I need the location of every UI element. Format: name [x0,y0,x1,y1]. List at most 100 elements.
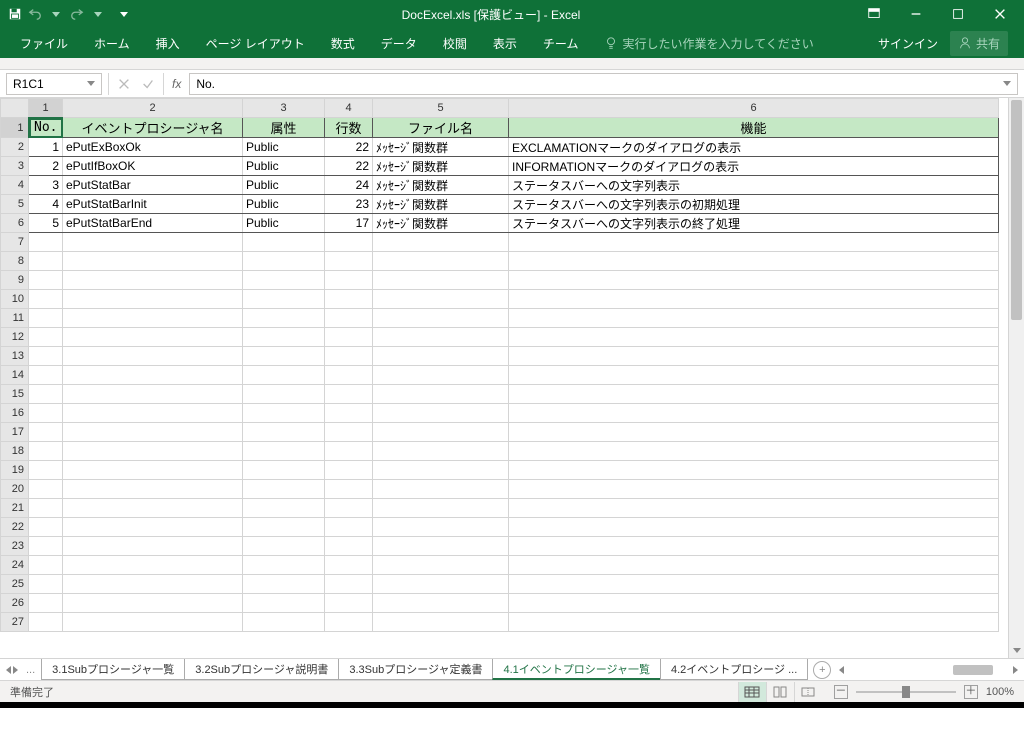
row-header[interactable]: 24 [1,556,29,575]
scroll-thumb[interactable] [1011,100,1022,320]
cell[interactable]: 4 [29,195,63,214]
cell[interactable] [243,537,325,556]
cell[interactable] [325,366,373,385]
zoom-thumb[interactable] [902,686,910,698]
formula-expand-icon[interactable] [1003,81,1011,86]
cell[interactable] [29,518,63,537]
cell[interactable] [63,537,243,556]
row-header[interactable]: 27 [1,613,29,632]
cell[interactable] [509,594,999,613]
col-header[interactable]: 5 [373,99,509,118]
cell[interactable] [243,480,325,499]
cell[interactable] [63,499,243,518]
view-page-break-button[interactable] [794,682,822,702]
minimize-button[interactable] [896,0,936,28]
cell[interactable]: 5 [29,214,63,233]
cell[interactable] [373,366,509,385]
row-header[interactable]: 18 [1,442,29,461]
row-header[interactable]: 22 [1,518,29,537]
new-sheet-button[interactable]: + [813,661,831,679]
cell[interactable] [243,404,325,423]
cell[interactable] [325,328,373,347]
cell[interactable] [509,499,999,518]
cell[interactable] [243,271,325,290]
cell[interactable]: ePutStatBarEnd [63,214,243,233]
cell[interactable]: ステータスバーへの文字列表示の終了処理 [509,214,999,233]
cell[interactable] [29,309,63,328]
cell[interactable] [373,442,509,461]
cell[interactable] [63,309,243,328]
zoom-slider[interactable] [856,691,956,693]
cell[interactable] [325,252,373,271]
scroll-down-icon[interactable] [1009,642,1024,658]
cell[interactable]: No. [29,118,63,138]
cell[interactable] [243,461,325,480]
hscroll-right-icon[interactable] [1013,666,1018,674]
cell[interactable] [509,309,999,328]
cell[interactable] [509,442,999,461]
row-header[interactable]: 6 [1,214,29,233]
cell[interactable] [373,518,509,537]
signin-link[interactable]: サインイン [878,35,938,52]
redo-dropdown-icon[interactable] [94,12,102,17]
row-header[interactable]: 19 [1,461,29,480]
row-header[interactable]: 1 [1,118,29,138]
cell[interactable]: ePutExBoxOk [63,138,243,157]
row-header[interactable]: 14 [1,366,29,385]
cell[interactable] [373,271,509,290]
share-button[interactable]: 共有 [950,31,1008,56]
cell[interactable] [63,252,243,271]
cell[interactable] [29,404,63,423]
save-icon[interactable] [8,7,22,21]
row-header[interactable]: 15 [1,385,29,404]
cell[interactable]: ﾒｯｾｰｼﾞ関数群 [373,176,509,195]
cell[interactable]: ステータスバーへの文字列表示の初期処理 [509,195,999,214]
row-header[interactable]: 7 [1,233,29,252]
cell[interactable]: EXCLAMATIONマークのダイアログの表示 [509,138,999,157]
qat-customize-icon[interactable] [120,12,128,17]
cell[interactable] [63,271,243,290]
cell[interactable]: 機能 [509,118,999,138]
row-header[interactable]: 9 [1,271,29,290]
cell[interactable]: ﾒｯｾｰｼﾞ関数群 [373,157,509,176]
tab-file[interactable]: ファイル [8,29,80,58]
cell[interactable] [63,442,243,461]
cell[interactable] [373,423,509,442]
tab-view[interactable]: 表示 [481,29,529,58]
cell[interactable] [509,461,999,480]
cell[interactable]: ファイル名 [373,118,509,138]
cell[interactable] [29,366,63,385]
cell[interactable] [243,309,325,328]
cell[interactable]: 22 [325,157,373,176]
cell[interactable] [325,594,373,613]
row-header[interactable]: 8 [1,252,29,271]
cell[interactable] [373,328,509,347]
row-header[interactable]: 12 [1,328,29,347]
cell[interactable]: Public [243,195,325,214]
cell[interactable]: ﾒｯｾｰｼﾞ関数群 [373,138,509,157]
tab-formulas[interactable]: 数式 [319,29,367,58]
cell[interactable] [243,233,325,252]
cell[interactable] [373,575,509,594]
cell[interactable] [509,423,999,442]
cell[interactable] [373,233,509,252]
cell[interactable] [63,480,243,499]
cell[interactable] [63,328,243,347]
cell[interactable] [509,233,999,252]
cell[interactable] [63,404,243,423]
cell[interactable] [29,556,63,575]
cell[interactable] [63,518,243,537]
horizontal-scrollbar[interactable] [831,665,1024,675]
cell[interactable] [325,537,373,556]
cell[interactable] [243,347,325,366]
cancel-icon[interactable] [117,77,131,91]
cell[interactable] [243,556,325,575]
cell[interactable] [63,385,243,404]
cell[interactable] [29,613,63,632]
cell[interactable]: 1 [29,138,63,157]
cell[interactable] [373,385,509,404]
row-header[interactable]: 17 [1,423,29,442]
cell[interactable] [29,290,63,309]
cell[interactable] [29,385,63,404]
col-header[interactable]: 6 [509,99,999,118]
